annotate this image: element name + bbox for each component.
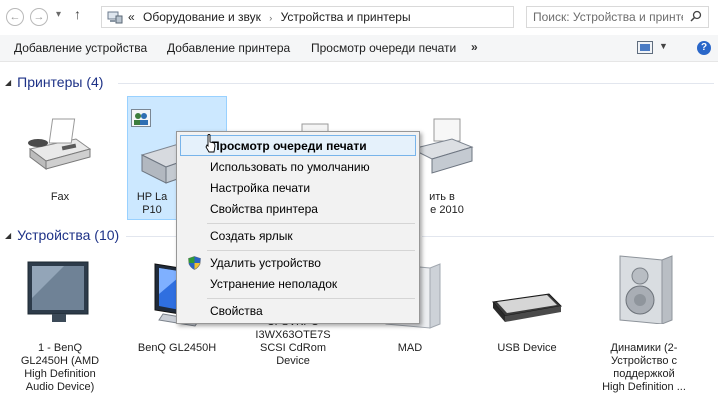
printer-tile-fax[interactable]: Fax [12, 109, 108, 209]
device-label: BenQ GL2450H [137, 342, 217, 354]
print-queue-button[interactable]: Просмотр очереди печати [311, 41, 456, 55]
up-button[interactable]: ↑ [74, 6, 81, 22]
printer-label-line1: HP La [136, 191, 168, 203]
menu-separator [207, 223, 415, 224]
default-user-badge-icon [131, 109, 151, 127]
device-label-line3: High Definition [24, 368, 96, 380]
collapse-caret-icon[interactable]: ◢ [5, 231, 11, 240]
keyboard-icon [492, 293, 563, 322]
device-tile-speakers[interactable]: Динамики (2- Устройство с поддержкой Hig… [596, 252, 692, 398]
device-label-line1: 1 - BenQ [37, 342, 83, 354]
printers-group-header[interactable]: ◢ Принтеры (4) [5, 74, 103, 90]
devices-folder-icon [107, 11, 123, 24]
speaker-icon [619, 255, 673, 324]
breadcrumb-devices-printers[interactable]: Устройства и принтеры [281, 10, 411, 24]
toolbar-more-button[interactable]: » [471, 40, 478, 54]
device-label-line4: Audio Device) [25, 381, 95, 393]
address-row: ← → ▾ ↑ « Оборудование и звук › Устройст… [0, 0, 718, 34]
menu-item-label: Удалить устройство [210, 256, 321, 270]
forward-button[interactable]: → [30, 8, 48, 26]
menu-separator [207, 298, 415, 299]
device-label-line2: GL2450H (AMD [20, 355, 100, 367]
device-label: USB Device [497, 342, 557, 354]
device-label-line2: Устройство с [610, 355, 678, 367]
collapse-caret-icon[interactable]: ◢ [5, 78, 11, 87]
search-box[interactable] [526, 6, 709, 28]
address-overflow[interactable]: « [128, 10, 135, 24]
fax-icon [28, 118, 92, 170]
devices-group-header[interactable]: ◢ Устройства (10) [5, 227, 119, 243]
back-button[interactable]: ← [6, 8, 24, 26]
device-label-line3: SCSI CdRom [259, 342, 327, 354]
menu-separator [207, 250, 415, 251]
shield-icon [188, 256, 201, 270]
menu-item-troubleshoot[interactable]: Устранение неполадок [180, 274, 416, 295]
add-device-button[interactable]: Добавление устройства [14, 41, 147, 55]
help-button[interactable]: ? [697, 41, 711, 55]
command-bar: Добавление устройства Добавление принтер… [0, 35, 718, 62]
printer-label-line1: ить в [429, 191, 455, 203]
printer-label-line2: е 2010 [430, 204, 464, 216]
device-label: MAD [397, 342, 423, 354]
device-label-line4: High Definition ... [602, 381, 686, 393]
printer-label-line2: P10 [142, 204, 162, 216]
breadcrumb-separator[interactable]: › [269, 13, 272, 23]
search-input[interactable] [533, 9, 683, 25]
monitor-icon [27, 261, 89, 322]
breadcrumb-hardware-sound[interactable]: Оборудование и звук [143, 10, 261, 24]
address-bar[interactable]: « Оборудование и звук › Устройства и при… [101, 6, 603, 28]
menu-item-properties[interactable]: Свойства [180, 301, 416, 322]
group-divider [118, 83, 714, 84]
recent-locations-button[interactable]: ▾ [56, 9, 61, 20]
device-label-line2: I3WX63OTE7S [255, 329, 331, 341]
context-menu: Просмотр очереди печати Использовать по … [176, 131, 420, 324]
device-tile-usb[interactable]: USB Device [479, 258, 575, 358]
mouse-cursor-icon [205, 134, 216, 153]
device-label-line1: Динамики (2- [610, 342, 678, 354]
menu-item-print-preferences[interactable]: Настройка печати [180, 178, 416, 199]
menu-item-set-default[interactable]: Использовать по умолчанию [180, 157, 416, 178]
menu-item-remove-device[interactable]: Удалить устройство [180, 253, 416, 274]
menu-item-printer-properties[interactable]: Свойства принтера [180, 199, 416, 220]
device-label-line3: поддержкой [613, 368, 675, 380]
search-icon[interactable] [690, 10, 702, 22]
view-dropdown-icon[interactable]: ▼ [659, 41, 668, 51]
change-view-icon[interactable] [637, 41, 653, 54]
printer-label: Fax [50, 191, 70, 203]
group-divider [422, 236, 714, 237]
menu-item-create-shortcut[interactable]: Создать ярлык [180, 226, 416, 247]
device-tile-benq-audio[interactable]: 1 - BenQ GL2450H (AMD High Definition Au… [12, 258, 108, 398]
device-label-line4: Device [276, 355, 310, 367]
add-printer-button[interactable]: Добавление принтера [167, 41, 290, 55]
group-divider [126, 236, 178, 237]
